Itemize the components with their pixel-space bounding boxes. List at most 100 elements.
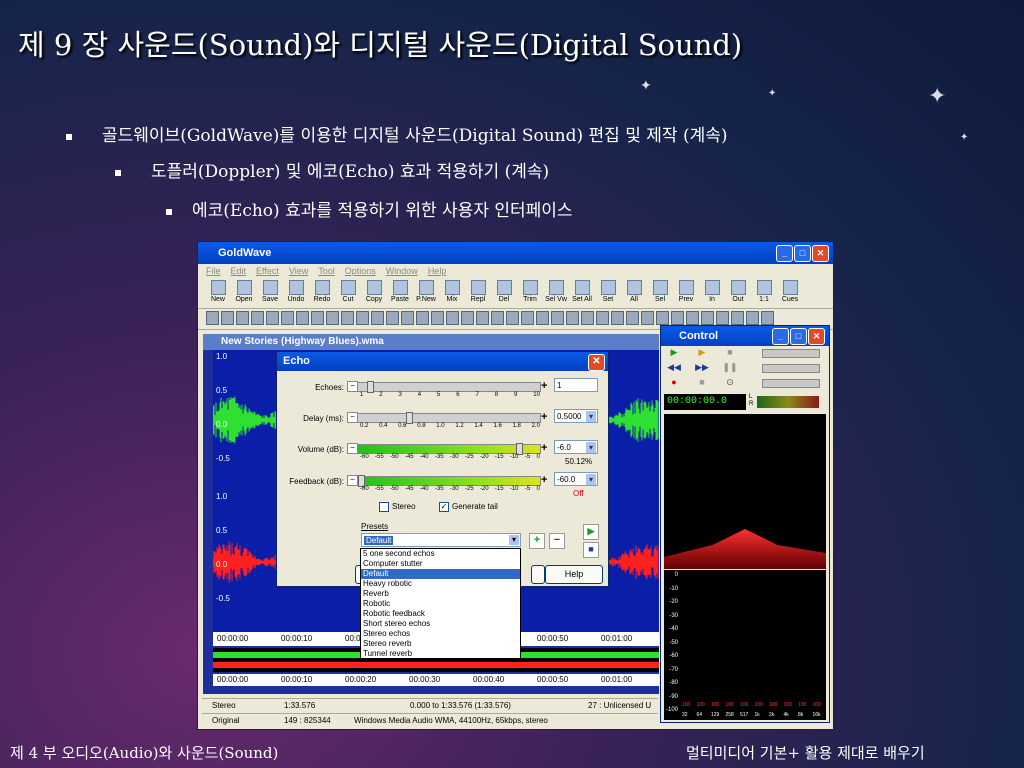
effect-tool-icon[interactable] xyxy=(551,311,564,325)
play-selection-button[interactable]: ▶ xyxy=(694,347,710,358)
preview-play-button[interactable]: ▶ xyxy=(583,524,599,540)
toolbar-button-out[interactable]: Out xyxy=(726,278,750,308)
effect-tool-icon[interactable] xyxy=(671,311,684,325)
echoes-input[interactable]: 1 xyxy=(554,378,598,392)
preset-option[interactable]: Stereo reverb xyxy=(361,639,520,649)
balance-slider[interactable] xyxy=(762,364,820,373)
remove-preset-button[interactable]: − xyxy=(549,533,565,549)
effect-tool-icon[interactable] xyxy=(401,311,414,325)
preview-stop-button[interactable]: ■ xyxy=(583,542,599,558)
volume-slider[interactable] xyxy=(357,443,541,455)
feedback-increase-button[interactable]: + xyxy=(541,474,547,486)
effect-tool-icon[interactable] xyxy=(731,311,744,325)
record-button[interactable]: ● xyxy=(666,377,682,388)
generate-tail-checkbox[interactable]: ✓ Generate tail xyxy=(439,502,498,512)
preset-option[interactable]: Stereo echos xyxy=(361,629,520,639)
volume-combo[interactable]: -6.0 xyxy=(554,440,598,454)
effect-tool-icon[interactable] xyxy=(446,311,459,325)
preset-option[interactable]: Robotic feedback xyxy=(361,609,520,619)
effect-tool-icon[interactable] xyxy=(236,311,249,325)
feedback-slider[interactable] xyxy=(357,475,541,487)
effect-tool-icon[interactable] xyxy=(311,311,324,325)
toolbar-button-redo[interactable]: Redo xyxy=(310,278,334,308)
effect-tool-icon[interactable] xyxy=(701,311,714,325)
preset-option[interactable]: Heavy robotic xyxy=(361,579,520,589)
delay-increase-button[interactable]: + xyxy=(541,411,547,423)
effect-tool-icon[interactable] xyxy=(221,311,234,325)
effect-tool-icon[interactable] xyxy=(431,311,444,325)
effect-tool-icon[interactable] xyxy=(491,311,504,325)
toolbar-button-1-1[interactable]: 1:1 xyxy=(752,278,776,308)
toolbar-button-cues[interactable]: Cues xyxy=(778,278,802,308)
maximize-button[interactable]: □ xyxy=(790,328,807,345)
effect-tool-icon[interactable] xyxy=(521,311,534,325)
add-preset-button[interactable]: + xyxy=(529,533,545,549)
toolbar-button-save[interactable]: Save xyxy=(258,278,282,308)
toolbar-button-sel[interactable]: Sel xyxy=(648,278,672,308)
help-button[interactable]: Help xyxy=(545,565,603,584)
toolbar-button-set[interactable]: Set xyxy=(596,278,620,308)
minimize-button[interactable]: _ xyxy=(776,245,793,262)
effect-tool-icon[interactable] xyxy=(371,311,384,325)
toolbar-button-repl[interactable]: Repl xyxy=(466,278,490,308)
menu-item-tool[interactable]: Tool xyxy=(318,266,335,276)
monitor-button[interactable]: ⊙ xyxy=(722,377,738,388)
effect-tool-icon[interactable] xyxy=(461,311,474,325)
menu-item-options[interactable]: Options xyxy=(345,266,376,276)
menu-item-view[interactable]: View xyxy=(289,266,308,276)
menu-item-edit[interactable]: Edit xyxy=(231,266,247,276)
preset-option[interactable]: 5 one second echos xyxy=(361,549,520,559)
effect-tool-icon[interactable] xyxy=(356,311,369,325)
effect-tool-icon[interactable] xyxy=(686,311,699,325)
effect-tool-icon[interactable] xyxy=(281,311,294,325)
effect-tool-icon[interactable] xyxy=(386,311,399,325)
echoes-increase-button[interactable]: + xyxy=(541,380,547,392)
toolbar-button-set-all[interactable]: Set All xyxy=(570,278,594,308)
toolbar-button-open[interactable]: Open xyxy=(232,278,256,308)
effect-tool-icon[interactable] xyxy=(341,311,354,325)
delay-slider[interactable] xyxy=(357,412,541,424)
effect-tool-icon[interactable] xyxy=(296,311,309,325)
pause-button[interactable]: ❚❚ xyxy=(722,362,738,373)
preset-option[interactable]: Short stereo echos xyxy=(361,619,520,629)
echoes-slider[interactable] xyxy=(357,381,541,393)
effect-tool-icon[interactable] xyxy=(716,311,729,325)
cancel-button[interactable] xyxy=(531,565,545,584)
effect-tool-icon[interactable] xyxy=(641,311,654,325)
toolbar-button-prev[interactable]: Prev xyxy=(674,278,698,308)
effect-tool-icon[interactable] xyxy=(416,311,429,325)
presets-combo[interactable]: Default xyxy=(361,533,521,547)
stop-record-button[interactable]: ■ xyxy=(694,377,710,388)
effect-tool-icon[interactable] xyxy=(656,311,669,325)
menu-item-window[interactable]: Window xyxy=(386,266,418,276)
stop-button[interactable]: ■ xyxy=(722,347,738,358)
close-button[interactable]: ✕ xyxy=(808,328,825,345)
toolbar-button-copy[interactable]: Copy xyxy=(362,278,386,308)
delay-combo[interactable]: 0.5000 xyxy=(554,409,598,423)
preset-option[interactable]: Reverb xyxy=(361,589,520,599)
effect-tool-icon[interactable] xyxy=(326,311,339,325)
toolbar-button-undo[interactable]: Undo xyxy=(284,278,308,308)
menu-item-file[interactable]: File xyxy=(206,266,221,276)
preset-option[interactable]: Tunnel reverb xyxy=(361,649,520,659)
effect-tool-icon[interactable] xyxy=(596,311,609,325)
preset-option[interactable]: Robotic xyxy=(361,599,520,609)
toolbar-button-mix[interactable]: Mix xyxy=(440,278,464,308)
toolbar-button-sel-vw[interactable]: Sel Vw xyxy=(544,278,568,308)
effect-tool-icon[interactable] xyxy=(206,311,219,325)
close-icon[interactable]: ✕ xyxy=(588,354,605,371)
effect-tool-icon[interactable] xyxy=(581,311,594,325)
stereo-checkbox[interactable]: Stereo xyxy=(379,502,416,512)
effect-tool-icon[interactable] xyxy=(506,311,519,325)
effect-tool-icon[interactable] xyxy=(476,311,489,325)
feedback-combo[interactable]: -60.0 xyxy=(554,472,598,486)
toolbar-button-p-new[interactable]: P.New xyxy=(414,278,438,308)
toolbar-button-del[interactable]: Del xyxy=(492,278,516,308)
effect-tool-icon[interactable] xyxy=(266,311,279,325)
toolbar-button-in[interactable]: In xyxy=(700,278,724,308)
effect-tool-icon[interactable] xyxy=(536,311,549,325)
speed-slider[interactable] xyxy=(762,379,820,388)
volume-slider[interactable] xyxy=(762,349,820,358)
presets-dropdown-list[interactable]: 5 one second echos Computer stutter Defaul… xyxy=(360,548,521,659)
toolbar-button-all[interactable]: All xyxy=(622,278,646,308)
